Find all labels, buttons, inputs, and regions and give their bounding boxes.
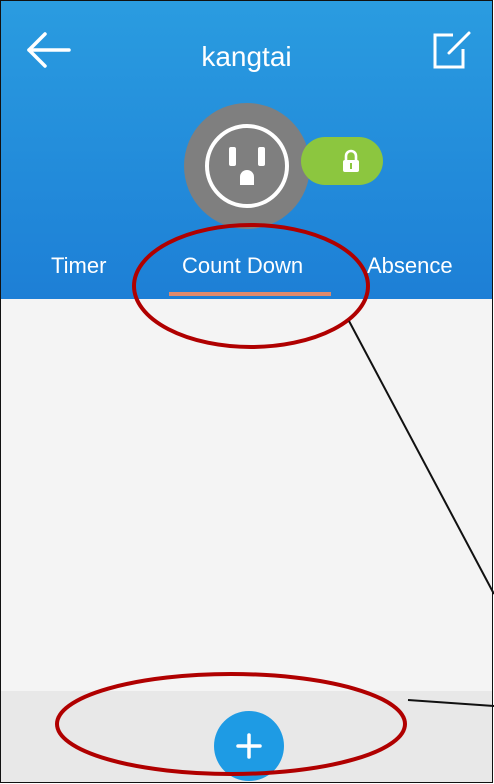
lock-icon (343, 149, 359, 172)
edit-icon[interactable] (429, 29, 473, 73)
plus-icon (236, 733, 262, 759)
tab-absence[interactable]: Absence (367, 253, 453, 279)
power-outlet-icon[interactable] (184, 103, 310, 229)
app-screen: kangtai Timer Count Down Absence (0, 0, 493, 783)
active-tab-indicator (169, 292, 331, 296)
app-header: kangtai Timer Count Down Absence (1, 1, 492, 299)
countdown-list-area (1, 299, 492, 691)
tab-timer[interactable]: Timer (51, 253, 106, 279)
page-title: kangtai (201, 41, 292, 72)
tab-count-down[interactable]: Count Down (182, 253, 303, 279)
add-button[interactable] (214, 711, 284, 781)
